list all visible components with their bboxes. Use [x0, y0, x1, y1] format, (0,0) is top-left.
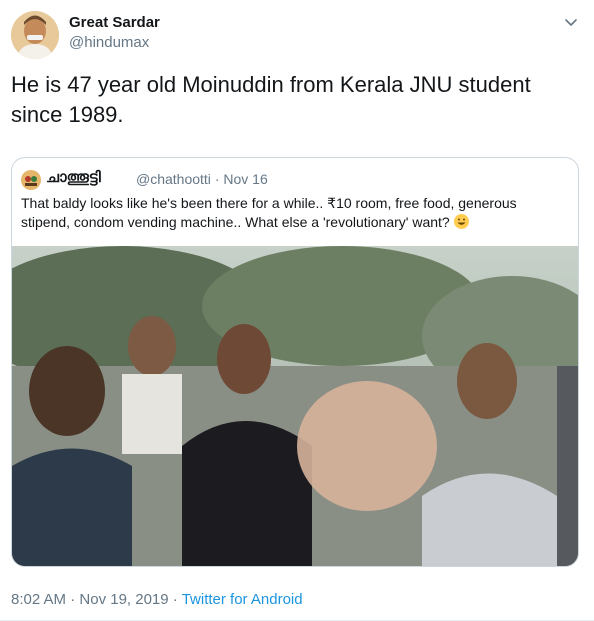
quoted-tweet[interactable]: ചാത്തൂട്ടി @chathootti · Nov 16 That bal…	[11, 157, 579, 567]
quoted-meta: @chathootti · Nov 16	[136, 171, 268, 187]
tweet-card: Great Sardar @hindumax He is 47 year old…	[0, 0, 594, 621]
chevron-down-icon[interactable]	[562, 14, 580, 32]
separator-dot: ·	[172, 591, 178, 608]
quoted-text: That baldy looks like he's been there fo…	[21, 194, 569, 232]
author-handle[interactable]: @hindumax	[69, 34, 149, 51]
quoted-author-handle: @chathootti	[136, 171, 211, 187]
author-name[interactable]: Great Sardar	[69, 14, 160, 31]
quoted-avatar-icon	[21, 170, 41, 190]
quoted-text-body: That baldy looks like he's been there fo…	[21, 195, 517, 230]
separator-dot: ·	[70, 591, 76, 608]
quoted-author-name: ചാത്തൂട്ടി	[46, 169, 101, 186]
author-avatar[interactable]	[11, 11, 59, 59]
portrait-avatar-icon	[11, 11, 59, 59]
grinning-face-emoji-icon	[453, 214, 469, 229]
tweet-text: He is 47 year old Moinuddin from Kerala …	[11, 72, 531, 127]
tweet-footer: 8:02 AM · Nov 19, 2019 · Twitter for And…	[11, 591, 303, 608]
tweet-source-link[interactable]: Twitter for Android	[182, 591, 303, 608]
video-still-photo[interactable]	[12, 246, 578, 566]
quoted-date: Nov 16	[223, 171, 268, 187]
tweet-time[interactable]: 8:02 AM	[11, 591, 66, 608]
tweet-date[interactable]: Nov 19, 2019	[79, 591, 168, 608]
separator-dot: ·	[214, 171, 220, 187]
quoted-avatar	[21, 170, 41, 190]
